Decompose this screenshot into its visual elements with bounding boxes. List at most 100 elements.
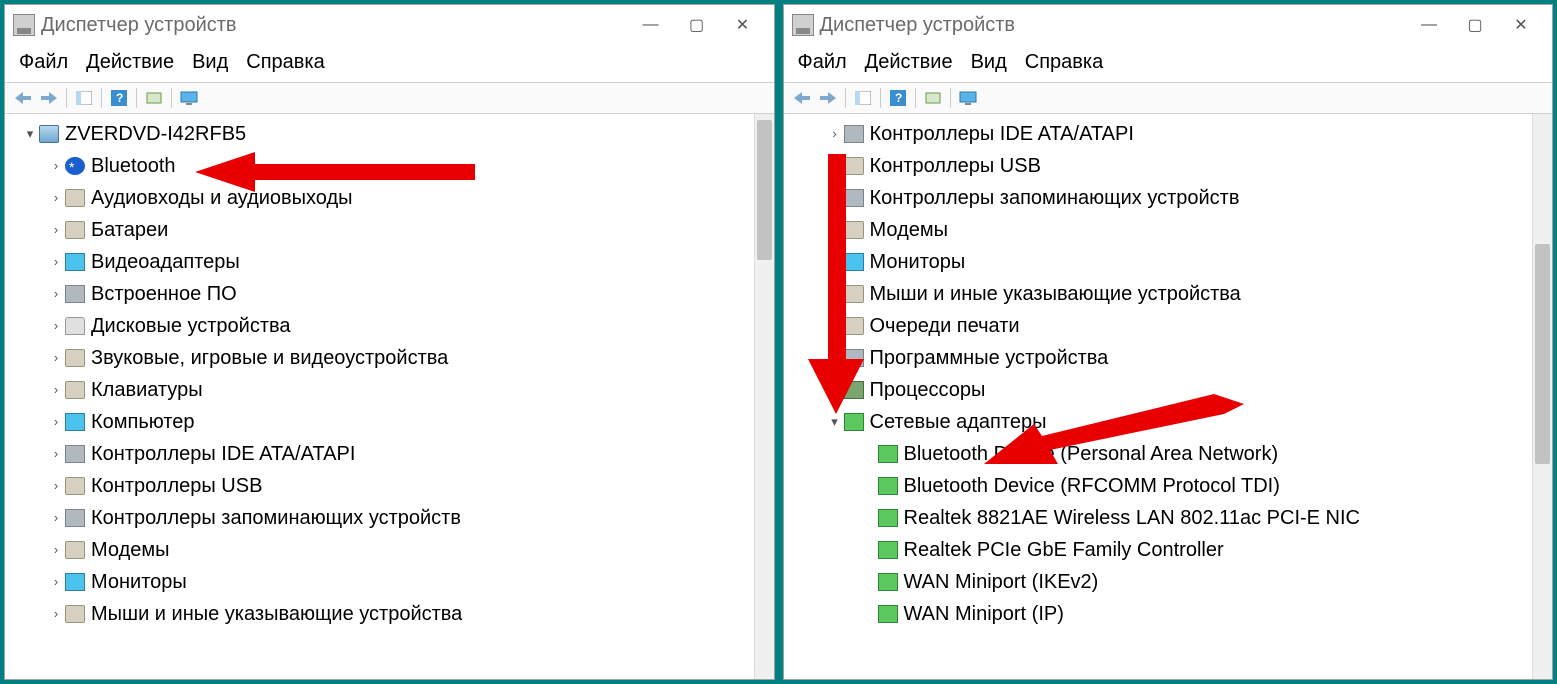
tree-node[interactable]: Bluetooth Device (Personal Area Network) xyxy=(790,438,1533,470)
tree-node[interactable]: ›Контроллеры IDE ATA/ATAPI xyxy=(790,118,1533,150)
chevron-right-icon[interactable]: › xyxy=(47,444,65,465)
vertical-scrollbar[interactable] xyxy=(1532,114,1552,679)
menu-help[interactable]: Справка xyxy=(246,51,324,74)
scan-hardware-button[interactable] xyxy=(921,87,945,109)
chevron-right-icon[interactable]: › xyxy=(47,284,65,305)
chevron-down-icon[interactable]: ▾ xyxy=(826,412,844,433)
help-button[interactable]: ? xyxy=(886,87,910,109)
chevron-right-icon[interactable]: › xyxy=(826,252,844,273)
chevron-right-icon[interactable]: › xyxy=(47,412,65,433)
chevron-right-icon[interactable]: › xyxy=(47,220,65,241)
titlebar[interactable]: Диспетчер устройств — ▢ ✕ xyxy=(784,5,1553,45)
device-icon xyxy=(65,605,85,623)
tree-node[interactable]: ›Мониторы xyxy=(11,566,754,598)
scroll-thumb[interactable] xyxy=(1535,244,1550,464)
chevron-right-icon[interactable]: › xyxy=(47,540,65,561)
tree-node[interactable]: ›Компьютер xyxy=(11,406,754,438)
chevron-right-icon[interactable]: › xyxy=(826,124,844,145)
tree-node[interactable]: ›Контроллеры запоминающих устройств xyxy=(11,502,754,534)
node-label: Процессоры xyxy=(870,374,986,406)
close-button[interactable]: ✕ xyxy=(1498,10,1544,40)
menu-help[interactable]: Справка xyxy=(1025,51,1103,74)
device-icon xyxy=(844,221,864,239)
tree-node[interactable]: ›Встроенное ПО xyxy=(11,278,754,310)
tree-node[interactable]: WAN Miniport (IKEv2) xyxy=(790,566,1533,598)
back-button[interactable] xyxy=(11,87,35,109)
tree-node[interactable]: ›Контроллеры USB xyxy=(790,150,1533,182)
device-icon xyxy=(65,349,85,367)
monitor-button[interactable] xyxy=(956,87,980,109)
scan-hardware-button[interactable] xyxy=(142,87,166,109)
chevron-right-icon[interactable]: › xyxy=(826,220,844,241)
chevron-right-icon[interactable]: › xyxy=(47,508,65,529)
tree-node[interactable]: Bluetooth Device (RFCOMM Protocol TDI) xyxy=(790,470,1533,502)
tree-node[interactable]: › Очереди печати xyxy=(790,310,1533,342)
node-label: Клавиатуры xyxy=(91,374,203,406)
tree-node[interactable]: ›Мыши и иные указывающие устройства xyxy=(11,598,754,630)
menu-file[interactable]: Файл xyxy=(19,51,68,74)
maximize-button[interactable]: ▢ xyxy=(1452,10,1498,40)
chevron-right-icon[interactable]: › xyxy=(47,380,65,401)
node-label: Батареи xyxy=(91,214,168,246)
chevron-right-icon[interactable]: › xyxy=(826,348,844,369)
node-label: Очереди печати xyxy=(870,310,1020,342)
device-tree[interactable]: ▾ ZVERDVD-I42RFB5 ›Bluetooth›Аудиовходы … xyxy=(5,114,754,679)
device-tree[interactable]: ›Контроллеры IDE ATA/ATAPI›Контроллеры U… xyxy=(784,114,1533,679)
vertical-scrollbar[interactable] xyxy=(754,114,774,679)
tree-node[interactable]: ›Модемы xyxy=(11,534,754,566)
tree-node[interactable]: ›Модемы xyxy=(790,214,1533,246)
minimize-button[interactable]: — xyxy=(628,10,674,40)
chevron-right-icon[interactable]: › xyxy=(826,316,844,337)
chevron-right-icon[interactable]: › xyxy=(47,316,65,337)
menu-action[interactable]: Действие xyxy=(865,51,953,74)
chevron-right-icon[interactable]: › xyxy=(47,188,65,209)
maximize-button[interactable]: ▢ xyxy=(674,10,720,40)
show-hide-tree-button[interactable] xyxy=(851,87,875,109)
chevron-right-icon[interactable]: › xyxy=(47,156,65,177)
tree-node[interactable]: ›Контроллеры IDE ATA/ATAPI xyxy=(11,438,754,470)
forward-button[interactable] xyxy=(816,87,840,109)
tree-node[interactable]: ›Программные устройства xyxy=(790,342,1533,374)
tree-node[interactable]: ›Bluetooth xyxy=(11,150,754,182)
menu-view[interactable]: Вид xyxy=(192,51,228,74)
chevron-right-icon[interactable]: › xyxy=(47,572,65,593)
chevron-right-icon[interactable]: › xyxy=(47,252,65,273)
chevron-right-icon[interactable]: › xyxy=(826,284,844,305)
chevron-right-icon[interactable]: › xyxy=(47,348,65,369)
show-hide-tree-button[interactable] xyxy=(72,87,96,109)
scroll-thumb[interactable] xyxy=(757,120,772,260)
chevron-right-icon[interactable]: › xyxy=(47,476,65,497)
tree-node[interactable]: ›Контроллеры USB xyxy=(11,470,754,502)
tree-node[interactable]: › Клавиатуры xyxy=(11,374,754,406)
menu-file[interactable]: Файл xyxy=(798,51,847,74)
minimize-button[interactable]: — xyxy=(1406,10,1452,40)
monitor-button[interactable] xyxy=(177,87,201,109)
tree-node[interactable]: ›Видеоадаптеры xyxy=(11,246,754,278)
tree-node[interactable]: ›Контроллеры запоминающих устройств xyxy=(790,182,1533,214)
tree-node[interactable]: Realtek 8821AE Wireless LAN 802.11ac PCI… xyxy=(790,502,1533,534)
tree-node[interactable]: ›Дисковые устройства xyxy=(11,310,754,342)
tree-node[interactable]: ›Мониторы xyxy=(790,246,1533,278)
tree-node[interactable]: › Батареи xyxy=(11,214,754,246)
chevron-right-icon[interactable]: › xyxy=(826,156,844,177)
root-node[interactable]: ▾ ZVERDVD-I42RFB5 xyxy=(11,118,754,150)
back-button[interactable] xyxy=(790,87,814,109)
forward-button[interactable] xyxy=(37,87,61,109)
tree-node[interactable]: ›Звуковые, игровые и видеоустройства xyxy=(11,342,754,374)
chevron-right-icon[interactable]: › xyxy=(826,380,844,401)
close-button[interactable]: ✕ xyxy=(720,10,766,40)
help-button[interactable]: ? xyxy=(107,87,131,109)
device-icon xyxy=(65,573,85,591)
category-node-network-adapters[interactable]: ▾ Сетевые адаптеры xyxy=(790,406,1533,438)
titlebar[interactable]: Диспетчер устройств — ▢ ✕ xyxy=(5,5,774,45)
menu-view[interactable]: Вид xyxy=(971,51,1007,74)
tree-node[interactable]: ›Мыши и иные указывающие устройства xyxy=(790,278,1533,310)
tree-node[interactable]: › Процессоры xyxy=(790,374,1533,406)
tree-node[interactable]: WAN Miniport (IP) xyxy=(790,598,1533,630)
menu-action[interactable]: Действие xyxy=(86,51,174,74)
chevron-down-icon[interactable]: ▾ xyxy=(21,124,39,145)
tree-node[interactable]: ›Аудиовходы и аудиовыходы xyxy=(11,182,754,214)
chevron-right-icon[interactable]: › xyxy=(47,604,65,625)
chevron-right-icon[interactable]: › xyxy=(826,188,844,209)
tree-node[interactable]: Realtek PCIe GbE Family Controller xyxy=(790,534,1533,566)
